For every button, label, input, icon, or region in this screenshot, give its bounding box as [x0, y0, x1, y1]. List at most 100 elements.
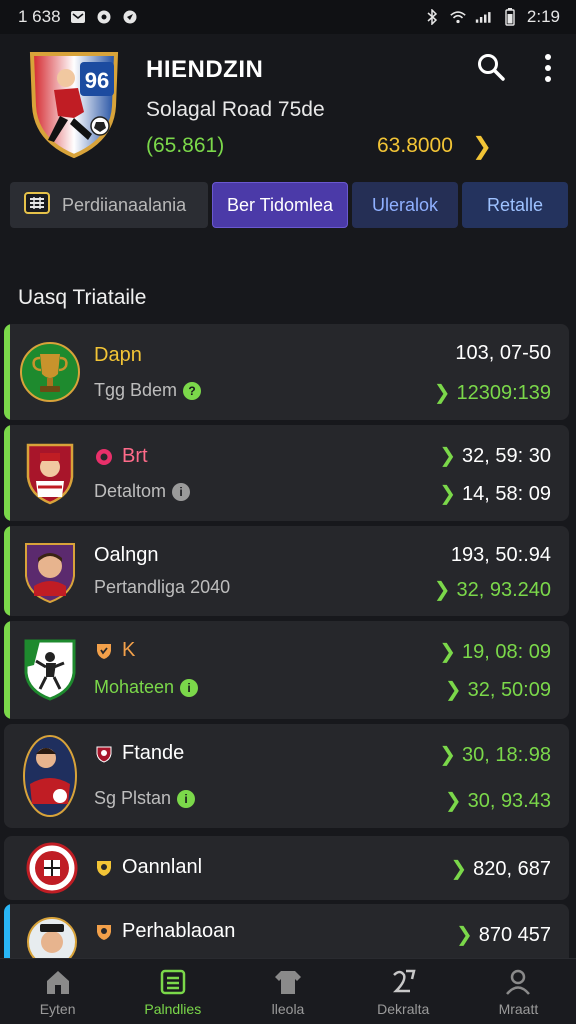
- list-board-icon: [160, 969, 186, 994]
- row-name: Oalngn: [94, 544, 159, 566]
- league-icon: [24, 191, 50, 219]
- info-badge-icon: i: [180, 678, 199, 697]
- row-name: Perhablaoan: [94, 920, 235, 943]
- player-avatar: [20, 540, 80, 604]
- row-subtitle: Tgg Bdem?: [94, 380, 202, 401]
- bluetooth-icon: [423, 8, 441, 26]
- row-subtitle: Mohateen i: [94, 677, 199, 698]
- row-value-secondary: ❯ 32, 50:09: [444, 679, 551, 701]
- heart-tag-icon: [94, 447, 114, 467]
- battery-icon: [501, 8, 519, 26]
- nav-club-label: lleola: [271, 1000, 305, 1017]
- row-value-primary: ❯ 820, 687: [450, 858, 551, 880]
- status-time-right: 2:19: [526, 7, 560, 26]
- crest-number: 96: [85, 68, 109, 93]
- shirt-icon: [275, 970, 301, 994]
- row-value-secondary: ❯ 32, 93.240: [433, 579, 551, 601]
- nav-profile[interactable]: Mraatt: [461, 959, 576, 1024]
- shield-tag-icon: [94, 744, 114, 764]
- status-time-left: 1 638: [18, 7, 61, 26]
- list-item[interactable]: Dapn Tgg Bdem? 103, 07-50 ❯ 12309:139: [4, 324, 569, 420]
- row-name: Oannlanl: [94, 856, 202, 879]
- nav-details[interactable]: Dekralta: [346, 959, 461, 1024]
- tab-results-label: Uleralok: [371, 194, 439, 215]
- shield-tag-icon: [94, 641, 114, 661]
- tab-standings-label: Ber Tidomlea: [226, 194, 334, 215]
- player-avatar: [20, 734, 80, 818]
- row-value-primary: ❯ 30, 18:.98: [439, 744, 551, 766]
- tab-results[interactable]: Uleralok: [352, 182, 458, 228]
- chevron-right-icon[interactable]: ❯: [472, 132, 492, 161]
- row-name: Ftande: [94, 742, 184, 765]
- row-accent: [4, 724, 10, 828]
- tab-details-label: Retalle: [486, 194, 544, 215]
- shield-tag-icon: [94, 858, 114, 878]
- row-accent: [4, 836, 10, 900]
- row-value-primary: 103, 07-50: [455, 342, 551, 364]
- section-title: Uasq Triataile: [18, 286, 147, 309]
- notification-icon: [69, 8, 87, 26]
- row-value-primary: 193, 50:.94: [450, 544, 551, 566]
- row-value-secondary: ❯ 30, 93.43: [444, 790, 551, 812]
- row-subtitle: Pertandliga 2040: [94, 577, 231, 597]
- search-icon[interactable]: [476, 52, 506, 82]
- nav-home-label: Eyten: [39, 1000, 76, 1017]
- list-item[interactable]: Oalngn Pertandliga 2040 193, 50:.94 ❯ 32,…: [4, 526, 569, 616]
- row-accent: [4, 324, 10, 420]
- info-badge-icon: i: [172, 482, 191, 501]
- wifi-icon: [449, 8, 467, 26]
- club-badge-avatar: [26, 842, 78, 894]
- signal-icon: [475, 8, 493, 26]
- row-value-primary: ❯ 32, 59: 30: [439, 445, 551, 467]
- nav-players[interactable]: Palndlies: [115, 959, 230, 1024]
- tactics-icon: [393, 969, 416, 992]
- row-name: Brt: [94, 445, 148, 468]
- row-accent: [4, 904, 10, 958]
- nav-details-label: Dekralta: [377, 1000, 430, 1017]
- team-crest: 96: [26, 48, 122, 160]
- list-item[interactable]: Ftande Sg Plstan i ❯ 30, 18:.98 ❯ 30, 93.43: [4, 724, 569, 828]
- team-right-value: 63.8000: [377, 134, 453, 157]
- list-item[interactable]: K Mohateen i ❯ 19, 08: 09 ❯ 32, 50:09: [4, 621, 569, 719]
- trophy-avatar: [20, 340, 80, 404]
- tab-overview-label: Perdiianaalania: [62, 194, 187, 215]
- team-name: HIENDZIN: [146, 56, 264, 83]
- team-header: 96 HIENDZIN Solagal Road 75de (65.861) 6…: [0, 34, 576, 174]
- nav-home[interactable]: Eyten: [0, 959, 115, 1024]
- status-bar: 1 638 2:19: [0, 0, 576, 34]
- location-status-icon: [121, 8, 139, 26]
- row-value-primary: ❯ 19, 08: 09: [439, 641, 551, 663]
- info-badge-icon: i: [177, 789, 196, 808]
- row-value-secondary: ❯ 12309:139: [433, 382, 551, 404]
- row-subtitle: Sg Plstan i: [94, 788, 196, 809]
- list-item[interactable]: Brt Detaltom i ❯ 32, 59: 30 ❯ 14, 58: 09: [4, 425, 569, 521]
- list-item[interactable]: Perhablaoan ❯ 870 457: [4, 904, 569, 958]
- nav-club[interactable]: lleola: [230, 959, 345, 1024]
- row-accent: [4, 526, 10, 616]
- row-name: Dapn: [94, 344, 142, 366]
- tab-bar: Perdiianaalania Ber Tidomlea Uleralok Re…: [10, 182, 568, 230]
- settings-status-icon: [95, 8, 113, 26]
- club-crest-avatar: [20, 441, 80, 505]
- tab-standings[interactable]: Ber Tidomlea: [212, 182, 348, 228]
- nav-profile-label: Mraatt: [498, 1000, 539, 1017]
- list-item[interactable]: Oannlanl ❯ 820, 687: [4, 836, 569, 900]
- tab-details[interactable]: Retalle: [462, 182, 568, 228]
- team-subtitle: Solagal Road 75de: [146, 98, 325, 121]
- team-left-value: (65.861): [146, 134, 225, 157]
- row-value-primary: ❯ 870 457: [455, 924, 551, 946]
- row-subtitle: Detaltom i: [94, 481, 191, 502]
- help-badge-icon: ?: [183, 381, 202, 400]
- row-accent: [4, 621, 10, 719]
- shield-tag-icon: [94, 922, 114, 942]
- club-crest-avatar: [20, 637, 80, 701]
- tab-overview[interactable]: Perdiianaalania: [10, 182, 208, 228]
- bottom-navigation: Eyten Palndlies lleola Dekralta Mraatt: [0, 958, 576, 1024]
- nav-players-label: Palndlies: [144, 1000, 202, 1017]
- profile-icon: [506, 969, 531, 995]
- row-accent: [4, 425, 10, 521]
- row-value-secondary: ❯ 14, 58: 09: [439, 483, 551, 505]
- more-vertical-icon[interactable]: [536, 52, 560, 84]
- home-icon: [46, 970, 69, 994]
- row-name: K: [94, 639, 135, 662]
